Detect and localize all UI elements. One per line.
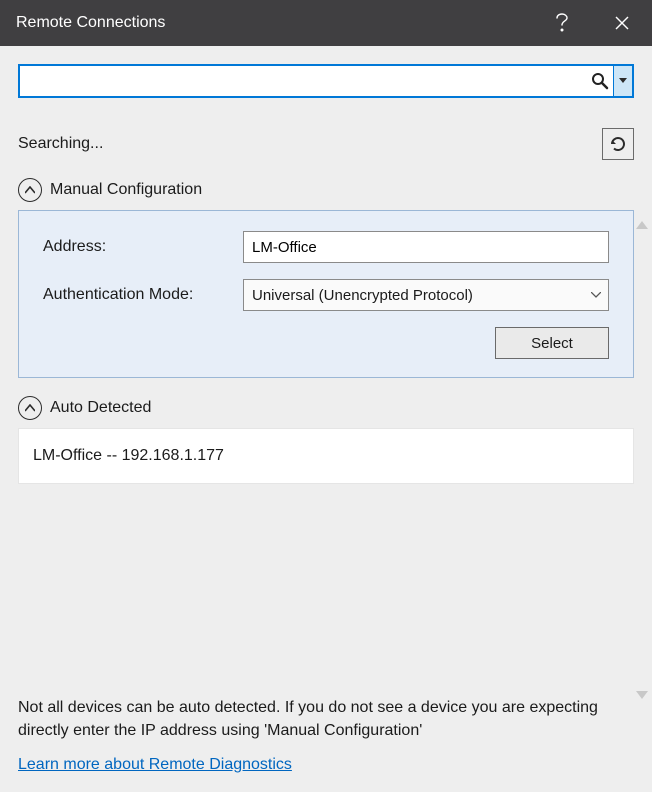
manual-config-header[interactable]: Manual Configuration: [18, 178, 634, 202]
refresh-icon: [609, 135, 627, 153]
refresh-button[interactable]: [602, 128, 634, 160]
search-button[interactable]: [587, 66, 613, 96]
manual-config-title: Manual Configuration: [50, 181, 202, 199]
chevron-down-icon: [619, 78, 627, 84]
scroll-down-icon[interactable]: [636, 686, 648, 702]
auth-mode-value: Universal (Unencrypted Protocol): [252, 287, 584, 304]
dialog-body: Searching... Manual Configuration Addres…: [0, 46, 652, 792]
scroll-up-icon[interactable]: [636, 216, 648, 232]
detected-list: LM-Office -- 192.168.1.177: [18, 428, 634, 484]
auth-row: Authentication Mode: Universal (Unencryp…: [43, 279, 609, 311]
manual-config-panel: Address: Authentication Mode: Universal …: [18, 210, 634, 378]
titlebar: Remote Connections: [0, 0, 652, 46]
remote-connections-window: Remote Connections: [0, 0, 652, 792]
search-input[interactable]: [20, 66, 587, 96]
search-row: [18, 64, 634, 98]
auto-detected-title: Auto Detected: [50, 399, 151, 417]
footer-text: Not all devices can be auto detected. If…: [18, 696, 634, 742]
address-row: Address:: [43, 231, 609, 263]
auto-detected-header[interactable]: Auto Detected: [18, 396, 634, 420]
search-dropdown[interactable]: [613, 66, 632, 96]
collapse-icon: [18, 396, 42, 420]
close-button[interactable]: [592, 0, 652, 46]
collapse-icon: [18, 178, 42, 202]
status-text: Searching...: [18, 135, 602, 153]
auth-label: Authentication Mode:: [43, 286, 243, 304]
help-button[interactable]: [532, 0, 592, 46]
learn-more-link[interactable]: Learn more about Remote Diagnostics: [18, 756, 634, 774]
window-title: Remote Connections: [16, 14, 532, 32]
select-button-label: Select: [531, 335, 573, 352]
auth-mode-combo[interactable]: Universal (Unencrypted Protocol): [243, 279, 609, 311]
search-icon: [591, 72, 609, 90]
select-button[interactable]: Select: [495, 327, 609, 359]
address-label: Address:: [43, 238, 243, 256]
list-item[interactable]: LM-Office -- 192.168.1.177: [33, 447, 619, 465]
address-input[interactable]: [243, 231, 609, 263]
status-row: Searching...: [18, 128, 634, 160]
chevron-down-icon: [584, 292, 608, 298]
